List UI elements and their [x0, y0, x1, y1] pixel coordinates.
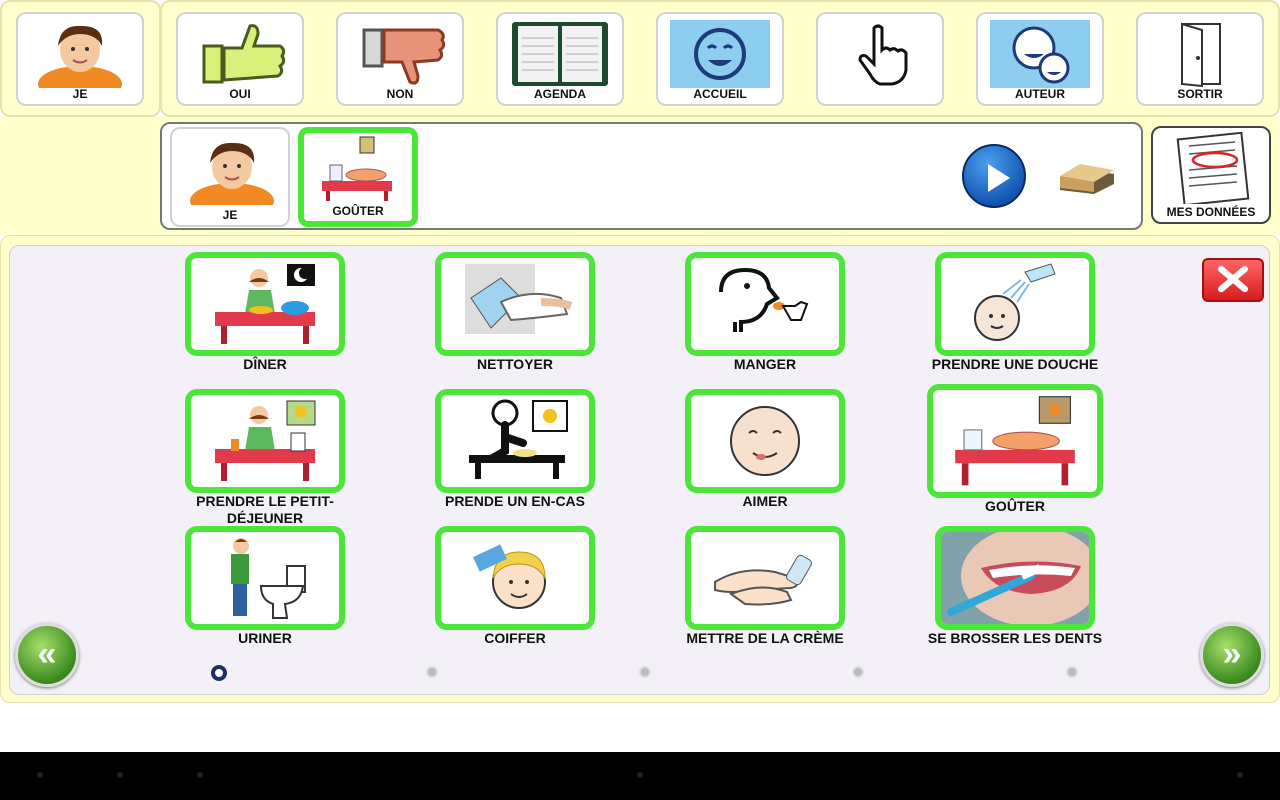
- tile-accueil[interactable]: ACCUEIL: [656, 12, 784, 106]
- author-faces-icon: [990, 20, 1090, 88]
- sentence-item-je[interactable]: JE: [170, 127, 290, 227]
- breakfast-icon: [191, 395, 339, 487]
- tile-je[interactable]: JE: [16, 12, 144, 106]
- tile-label: OUI: [229, 87, 251, 101]
- card-douche[interactable]: [935, 252, 1095, 356]
- tile-label: AGENDA: [533, 87, 586, 101]
- document-icon: [1171, 132, 1255, 204]
- tile-label: ACCUEIL: [693, 87, 747, 101]
- card-label: PRENDE UN EN-CAS: [444, 493, 585, 509]
- exit-door-icon: [1150, 20, 1250, 88]
- tile-non[interactable]: NON: [336, 12, 464, 106]
- page-dot-5[interactable]: [1066, 666, 1078, 678]
- card-creme[interactable]: [685, 526, 845, 630]
- cream-hands-icon: [691, 532, 839, 624]
- thumbs-down-icon: [350, 20, 450, 88]
- card-nettoyer[interactable]: [435, 252, 595, 356]
- nav-dot: [117, 772, 123, 778]
- tile-oui[interactable]: OUI: [176, 12, 304, 106]
- card-label: DÎNER: [243, 356, 287, 372]
- card-diner[interactable]: [185, 252, 345, 356]
- my-data-button[interactable]: MES DONNÉES: [1151, 126, 1271, 224]
- nav-dot: [637, 772, 643, 778]
- boy-face-icon: [30, 20, 130, 88]
- card-en-cas[interactable]: [435, 389, 595, 493]
- page-dot-4[interactable]: [852, 666, 864, 678]
- toothbrush-icon: [941, 532, 1089, 624]
- card-label: URINER: [238, 630, 292, 646]
- tile-label: JE: [72, 87, 88, 101]
- card-label: NETTOYER: [477, 356, 553, 372]
- eating-icon: [691, 258, 839, 350]
- next-page-button[interactable]: »: [1200, 623, 1264, 687]
- card-petit-dejeuner[interactable]: [185, 389, 345, 493]
- snack-table-icon: [933, 390, 1097, 492]
- card-manger[interactable]: [685, 252, 845, 356]
- tile-agenda[interactable]: AGENDA: [496, 12, 624, 106]
- card-label: GOÛTER: [985, 498, 1045, 514]
- sentence-bar: JE GOÛTER: [160, 122, 1143, 230]
- page-dot-2[interactable]: [426, 666, 438, 678]
- card-label: SE BROSSER LES DENTS: [927, 630, 1103, 646]
- eraser-icon[interactable]: [1056, 160, 1118, 196]
- card-aimer[interactable]: [685, 389, 845, 493]
- card-uriner[interactable]: [185, 526, 345, 630]
- nav-dot: [197, 772, 203, 778]
- comb-hair-icon: [441, 532, 589, 624]
- like-face-icon: [691, 395, 839, 487]
- cleaning-icon: [441, 258, 589, 350]
- shower-icon: [941, 258, 1089, 350]
- card-dents[interactable]: [935, 526, 1095, 630]
- card-label: METTRE DE LA CRÈME: [686, 630, 844, 646]
- snack-table-icon: [308, 135, 408, 203]
- self-panel: JE: [0, 0, 161, 117]
- tile-label: MES DONNÉES: [1166, 205, 1256, 219]
- tile-auteur[interactable]: AUTEUR: [976, 12, 1104, 106]
- tile-label: SORTIR: [1177, 87, 1223, 101]
- dinner-icon: [191, 258, 339, 350]
- tile-label: JE: [222, 208, 238, 222]
- card-gouter[interactable]: [927, 384, 1103, 498]
- boy-face-icon: [182, 137, 282, 205]
- tile-sortir[interactable]: SORTIR: [1136, 12, 1264, 106]
- card-label: AIMER: [742, 493, 788, 509]
- card-label: COIFFER: [484, 630, 546, 646]
- double-chevron-right-icon: »: [1222, 635, 1242, 673]
- sentence-item-gouter[interactable]: GOÛTER: [298, 127, 418, 227]
- prev-page-button[interactable]: «: [15, 623, 79, 687]
- play-icon[interactable]: [962, 144, 1026, 208]
- agenda-icon: [510, 20, 610, 88]
- close-icon[interactable]: [1202, 258, 1264, 302]
- thumbs-up-icon: [190, 20, 290, 88]
- card-label: MANGER: [733, 356, 797, 372]
- tile-pointer[interactable]: [816, 12, 944, 106]
- nav-dot: [1237, 772, 1243, 778]
- page-dot-1[interactable]: [211, 665, 227, 681]
- top-toolbar: OUI NON AGENDA ACCUEIL AUTEUR SORTIR: [160, 0, 1280, 117]
- hand-pointer-icon: [830, 20, 930, 88]
- home-smiley-icon: [670, 20, 770, 88]
- toilet-icon: [191, 532, 339, 624]
- page-dot-3[interactable]: [639, 666, 651, 678]
- nav-dot: [37, 772, 43, 778]
- tile-label: NON: [386, 87, 414, 101]
- pictogram-grid: DÎNER NETTOYER MANGER PRENDRE UNE DOUCHE…: [9, 245, 1270, 695]
- snack-icon: [441, 395, 589, 487]
- card-coiffer[interactable]: [435, 526, 595, 630]
- tile-label: AUTEUR: [1015, 87, 1065, 101]
- card-label: PRENDRE UNE DOUCHE: [931, 356, 1099, 372]
- double-chevron-left-icon: «: [37, 635, 57, 673]
- card-label: PRENDRE LE PETIT-DÉJEUNER: [196, 493, 334, 526]
- tile-label: GOÛTER: [332, 204, 384, 218]
